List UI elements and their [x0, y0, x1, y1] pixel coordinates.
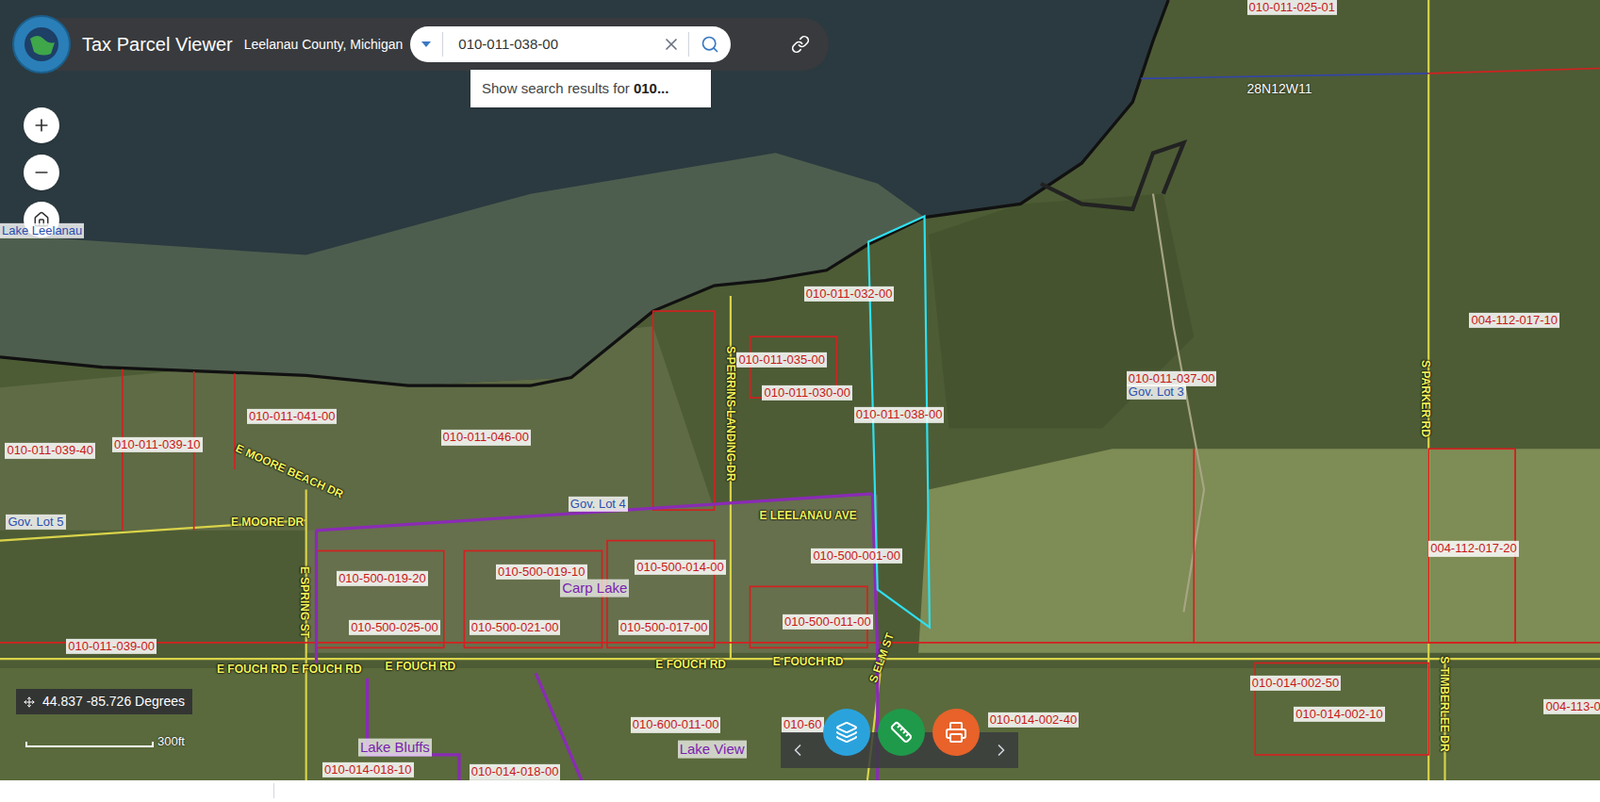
street-label: E FOUCH RD — [216, 660, 288, 678]
search-input[interactable]: 010-011-038-00 — [458, 33, 662, 56]
parcel-label[interactable]: 010-011-038-00 — [854, 407, 945, 423]
ruler-icon — [890, 721, 913, 744]
divider — [688, 32, 690, 57]
subdivision-label: Lake Bluffs — [358, 739, 432, 758]
parcel-label[interactable]: 010-011-039-40 — [4, 443, 96, 459]
coordinates: 44.837 -85.726 Degrees — [42, 692, 185, 712]
zoom-out-button[interactable] — [23, 154, 60, 191]
parcel-label[interactable]: 010-011-046-00 — [441, 429, 532, 446]
subdivision-label: Carp Lake — [560, 579, 629, 598]
parcel-label[interactable]: 010-011-032-00 — [804, 286, 895, 302]
tool-buttons — [823, 709, 980, 757]
divider — [442, 32, 444, 57]
previous-icon[interactable] — [788, 741, 808, 760]
street-label: E FOUCH RD — [655, 656, 726, 674]
footer-divider — [273, 783, 275, 799]
search-icon[interactable] — [700, 34, 720, 54]
street-label: E LEELANAU AVE — [758, 507, 857, 525]
parcel-label[interactable]: 010-600-011-00 — [630, 717, 722, 733]
coordinates-box: 44.837 -85.726 Degrees — [16, 689, 193, 715]
parcel-label[interactable]: 010-014-002-10 — [1293, 706, 1386, 722]
search-suggestion[interactable]: Show search results for 010... — [470, 69, 711, 108]
parcel-label[interactable]: 010-500-019-10 — [495, 564, 588, 580]
search-field[interactable]: 010-011-038-00 — [410, 26, 731, 63]
street-label: E SPRING ST — [296, 566, 314, 639]
print-button[interactable] — [932, 709, 980, 757]
parcel-label[interactable]: 010-014-002-40 — [988, 712, 1080, 728]
street-label: E FOUCH RD — [385, 658, 457, 676]
street-label: E FOUCH RD — [291, 660, 363, 678]
parcel-label[interactable]: 010-500-017-00 — [618, 619, 710, 635]
parcel-label[interactable]: 010-011-041-00 — [247, 408, 338, 424]
parcel-label[interactable]: 010-011-039-00 — [65, 639, 157, 655]
parcel-label[interactable]: 010-014-018-10 — [322, 762, 414, 778]
dropdown-icon[interactable] — [421, 41, 431, 48]
gov-lot-label: Gov. Lot 3 — [1126, 383, 1187, 399]
link-icon — [791, 34, 810, 54]
next-icon[interactable] — [991, 741, 1011, 760]
parcel-label[interactable]: 004-113-0 — [1543, 699, 1600, 715]
county-logo-icon[interactable] — [12, 15, 71, 74]
subdivision-label: Lake View — [677, 741, 747, 759]
scale-line — [25, 742, 154, 748]
measure-button[interactable] — [877, 709, 925, 757]
parcel-label[interactable]: 010-011-025-01 — [1247, 0, 1338, 16]
layers-button[interactable] — [823, 709, 871, 757]
parcel-label[interactable]: 004-112-017-10 — [1468, 313, 1560, 329]
parcel-label[interactable]: 004-112-017-20 — [1428, 541, 1519, 557]
footer-strip — [0, 780, 1600, 802]
parcel-label[interactable]: 010-011-039-10 — [112, 437, 203, 453]
parcel-label[interactable]: 010-60 — [781, 717, 824, 733]
parcel-label[interactable]: 010-011-030-00 — [761, 385, 853, 401]
street-label: S PARKER RD — [1417, 360, 1435, 438]
map[interactable]: Tax Parcel Viewer Leelanau County, Michig… — [0, 0, 1600, 781]
minus-icon — [32, 163, 51, 182]
parcel-label[interactable]: 010-500-014-00 — [634, 560, 726, 576]
printer-icon — [944, 721, 968, 744]
parcel-label[interactable]: 010-011-035-00 — [736, 352, 827, 368]
suggestion-query: 010... — [633, 78, 670, 100]
parcel-label[interactable]: 010-500-011-00 — [782, 614, 874, 630]
scale-bar: 300ft — [25, 735, 185, 748]
globe-icon — [22, 25, 61, 64]
tax-parcel-viewer: Tax Parcel Viewer Leelanau County, Michig… — [0, 0, 1600, 802]
lake-label: Lake Leelanau — [0, 223, 84, 239]
parcel-label[interactable]: 010-500-021-00 — [469, 619, 561, 635]
zoom-in-button[interactable] — [23, 107, 60, 144]
township-label: 28N12W11 — [1247, 79, 1313, 99]
parcel-label[interactable]: 010-014-018-00 — [469, 764, 561, 780]
street-label: S TIMBERLEE DR — [1435, 656, 1453, 752]
parcel-label[interactable]: 010-500-001-00 — [810, 548, 903, 564]
move-icon — [23, 696, 35, 709]
parcel-label[interactable]: 010-500-019-20 — [336, 571, 429, 587]
clear-icon[interactable] — [661, 34, 681, 54]
gov-lot-label: Gov. Lot 5 — [5, 514, 66, 530]
gov-lot-label: Gov. Lot 4 — [568, 496, 628, 512]
suggestion-prefix: Show search results for — [481, 78, 634, 100]
street-label: E MOORE DR — [230, 513, 304, 531]
county-name: Leelanau County, Michigan — [244, 34, 404, 55]
header-bar: Tax Parcel Viewer Leelanau County, Michig… — [12, 17, 829, 71]
app-title: Tax Parcel Viewer — [82, 30, 233, 59]
zoom-controls — [23, 107, 60, 238]
scale-label: 300ft — [157, 735, 185, 748]
parcel-label[interactable]: 010-014-002-50 — [1250, 676, 1342, 692]
link-button[interactable] — [783, 27, 818, 62]
street-label: E FOUCH RD — [773, 653, 844, 671]
street-label: S PERRINS LANDING DR — [722, 346, 740, 482]
plus-icon — [32, 115, 51, 135]
parcel-label[interactable]: 010-500-025-00 — [348, 619, 441, 635]
caret-down-icon — [421, 41, 431, 48]
layers-icon — [835, 721, 858, 744]
